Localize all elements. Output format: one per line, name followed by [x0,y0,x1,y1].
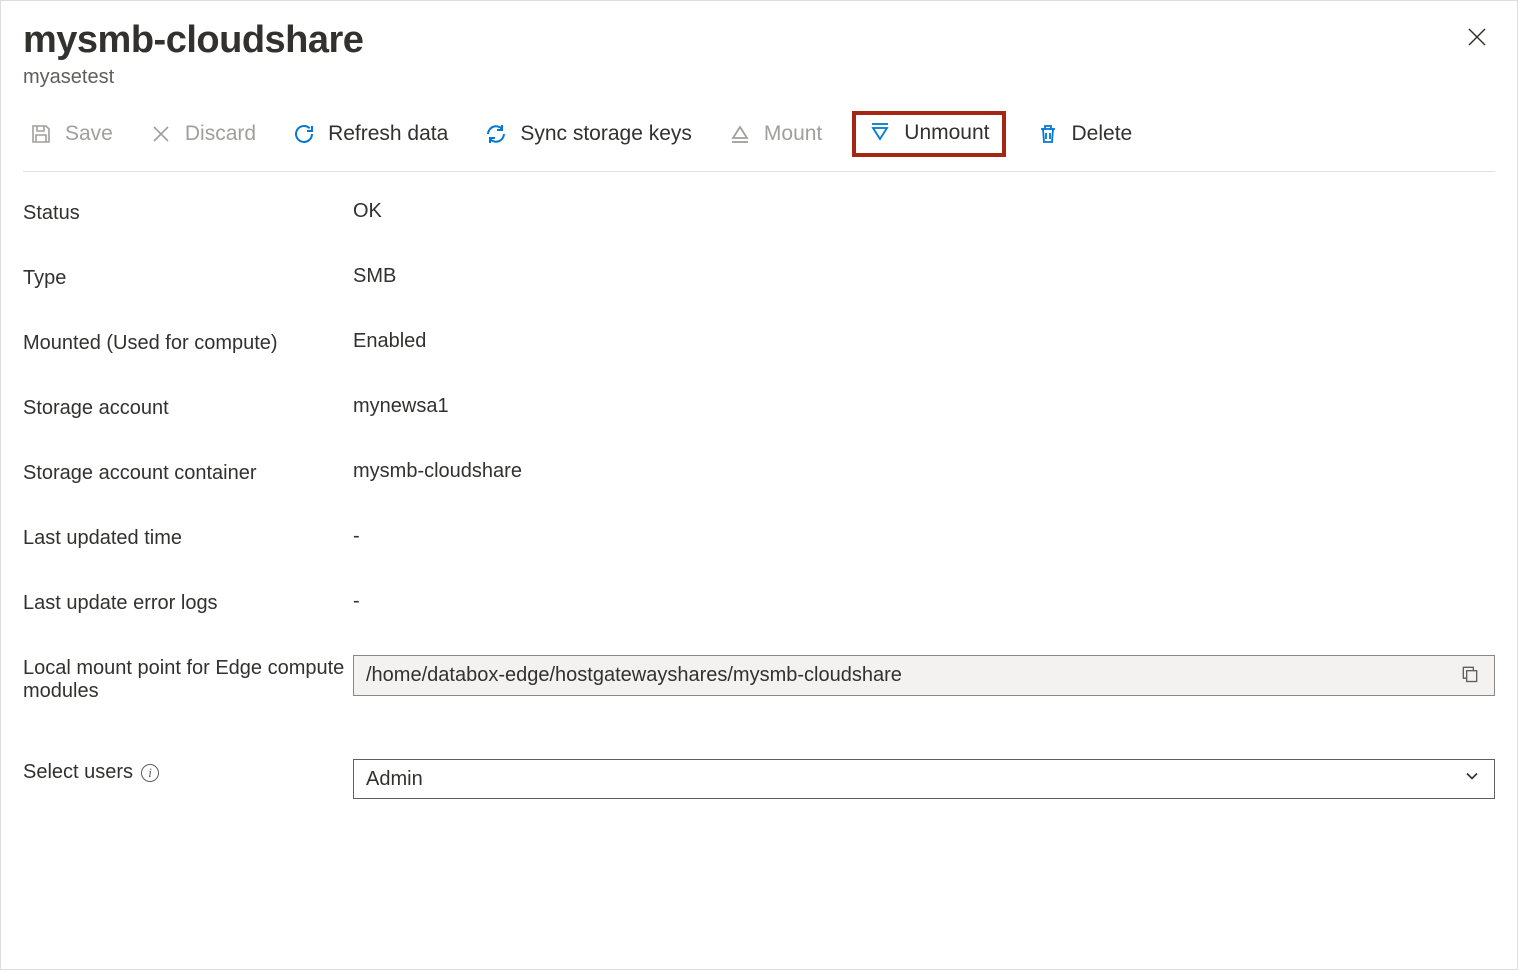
delete-button[interactable]: Delete [1030,118,1139,150]
close-button[interactable] [1459,19,1495,58]
mount-point-value: /home/databox-edge/hostgatewayshares/mys… [366,664,902,687]
unmount-icon [868,121,892,145]
select-users-label-text: Select users [23,761,133,784]
delete-label: Delete [1072,122,1133,146]
page-title: mysmb-cloudshare [23,19,363,62]
status-label: Status [23,200,353,225]
sync-icon [484,122,508,146]
sync-storage-keys-button[interactable]: Sync storage keys [478,118,698,150]
discard-icon [149,122,173,146]
refresh-icon [292,122,316,146]
unmount-label: Unmount [904,121,989,145]
refresh-label: Refresh data [328,122,448,146]
mounted-label: Mounted (Used for compute) [23,330,353,355]
page-subtitle: myasetest [23,66,363,89]
info-icon[interactable]: i [141,764,159,782]
last-updated-label: Last updated time [23,525,353,550]
type-value: SMB [353,265,1495,288]
toolbar: Save Discard Refresh data Sync storage k… [23,111,1495,172]
unmount-highlight: Unmount [852,111,1005,157]
storage-container-value: mysmb-cloudshare [353,460,1495,483]
mounted-value: Enabled [353,330,1495,353]
type-label: Type [23,265,353,290]
copy-mount-point-button[interactable] [1458,662,1482,689]
refresh-data-button[interactable]: Refresh data [286,118,454,150]
mount-point-field: /home/databox-edge/hostgatewayshares/mys… [353,655,1495,696]
last-error-label: Last update error logs [23,590,353,615]
select-users-dropdown[interactable]: Admin [353,759,1495,799]
mount-button[interactable]: Mount [722,118,828,150]
storage-container-label: Storage account container [23,460,353,485]
discard-label: Discard [185,122,256,146]
close-icon [1465,25,1489,49]
discard-button[interactable]: Discard [143,118,262,150]
status-value: OK [353,200,1495,223]
save-label: Save [65,122,113,146]
last-updated-value: - [353,525,1495,548]
mount-icon [728,122,752,146]
unmount-button[interactable]: Unmount [862,117,995,149]
details-panel: Status OK Type SMB Mounted (Used for com… [23,200,1495,799]
mount-label: Mount [764,122,822,146]
storage-account-value: mynewsa1 [353,395,1495,418]
sync-label: Sync storage keys [520,122,692,146]
select-users-label: Select users i [23,759,353,784]
chevron-down-icon [1462,766,1482,792]
storage-account-label: Storage account [23,395,353,420]
select-users-value: Admin [366,768,423,791]
save-button[interactable]: Save [23,118,119,150]
delete-icon [1036,122,1060,146]
save-icon [29,122,53,146]
copy-icon [1460,672,1480,687]
mount-point-label: Local mount point for Edge compute modul… [23,655,353,703]
last-error-value: - [353,590,1495,613]
